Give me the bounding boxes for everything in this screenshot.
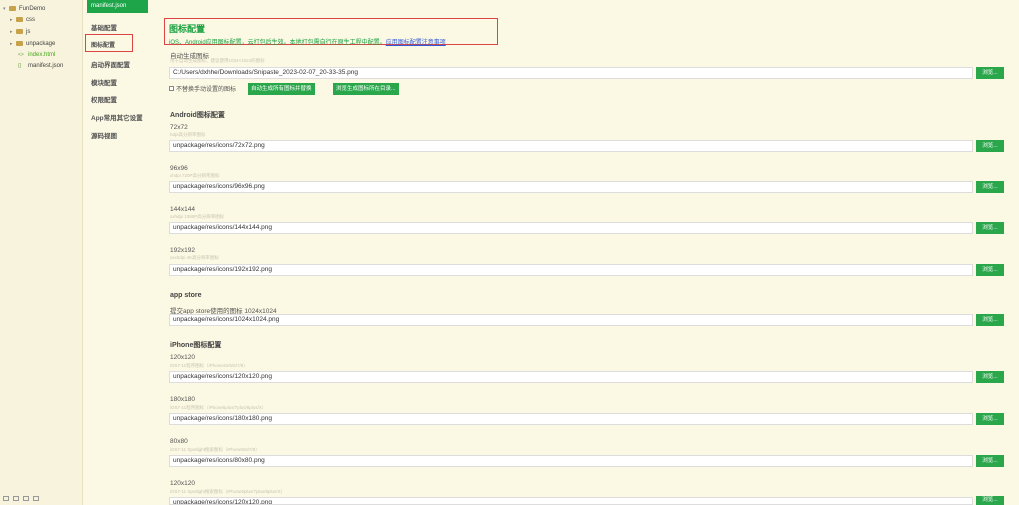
android-96-hint: xhdpi 720P高分辨率图标 bbox=[170, 173, 220, 178]
nav-item-app-other[interactable]: App常用其它设置 bbox=[91, 112, 143, 122]
browse-button-appstore[interactable]: 浏览... bbox=[976, 314, 1004, 326]
help-link[interactable]: 应用图标配置注意事项 bbox=[386, 40, 446, 46]
browse-button-auto[interactable]: 浏览... bbox=[976, 67, 1004, 79]
new-folder-icon[interactable] bbox=[3, 496, 9, 501]
html-file-icon: <> bbox=[18, 52, 24, 58]
iphone-120-path-input[interactable]: unpackage/res/icons/120x120.png bbox=[169, 371, 973, 383]
android-144-label: 144x144 bbox=[170, 206, 195, 213]
copy-icon[interactable] bbox=[23, 496, 29, 501]
iphone-spotlight-120-hint: iOS7-11 Spotlight搜索图标（iPhone6plus/7plus/… bbox=[170, 489, 285, 494]
auto-generate-path-input[interactable]: C:/Users/dxhhe/Downloads/Snipaste_2023-0… bbox=[169, 67, 973, 79]
android-96-path-input[interactable]: unpackage/res/icons/96x96.png bbox=[169, 181, 973, 193]
nav-item-modules[interactable]: 模块配置 bbox=[91, 77, 117, 87]
iphone-180-path-input[interactable]: unpackage/res/icons/180x180.png bbox=[169, 413, 973, 425]
nav-item-basic[interactable]: 基础配置 bbox=[91, 22, 117, 32]
auto-generate-hint: 用于自动生成图标，建议使用1024×1024的图标 bbox=[170, 58, 265, 63]
android-72-path-input[interactable]: unpackage/res/icons/72x72.png bbox=[169, 140, 973, 152]
tree-toolbar bbox=[3, 496, 43, 504]
android-144-path-input[interactable]: unpackage/res/icons/144x144.png bbox=[169, 222, 973, 234]
tab-manifest-json[interactable]: manifest.json bbox=[87, 0, 148, 13]
android-72-label: 72x72 bbox=[170, 124, 188, 131]
browse-button-android-192[interactable]: 浏览... bbox=[976, 264, 1004, 276]
iphone-section-title: iPhone图标配置 bbox=[170, 342, 222, 349]
new-file-icon[interactable] bbox=[13, 496, 19, 501]
iphone-80-label: 80x80 bbox=[170, 438, 188, 445]
appstore-section-title: app store bbox=[170, 292, 202, 299]
browse-button-iphone-80[interactable]: 浏览... bbox=[976, 455, 1004, 467]
refresh-icon[interactable] bbox=[33, 496, 39, 501]
no-replace-checkbox[interactable] bbox=[169, 86, 174, 91]
iphone-120-label: 120x120 bbox=[170, 354, 195, 361]
browse-button-android-72[interactable]: 浏览... bbox=[976, 140, 1004, 152]
tree-item-index-html[interactable]: <> index.html bbox=[18, 50, 55, 60]
iphone-spotlight-120-path-input[interactable]: unpackage/res/icons/120x120.png bbox=[169, 497, 973, 505]
tree-item-css[interactable]: ▸ css bbox=[10, 15, 35, 25]
tree-item-manifest-json[interactable]: {} manifest.json bbox=[18, 61, 63, 71]
browse-button-android-144[interactable]: 浏览... bbox=[976, 222, 1004, 234]
page-title: 图标配置 bbox=[169, 24, 206, 34]
tree-item-js[interactable]: ▸ js bbox=[10, 27, 30, 37]
nav-item-icons[interactable]: 图标配置 bbox=[91, 40, 115, 49]
appstore-path-input[interactable]: unpackage/res/icons/1024x1024.png bbox=[169, 314, 973, 326]
folder-icon bbox=[16, 41, 23, 46]
tree-item-project[interactable]: ▾ FunDemo bbox=[3, 4, 45, 14]
android-192-path-input[interactable]: unpackage/res/icons/192x192.png bbox=[169, 264, 973, 276]
header-description: iOS、Android应用图标配置，云打包后生效。本地打包需自行在原生工程中配置… bbox=[169, 40, 386, 46]
no-replace-checkbox-row[interactable]: 不替换手动设置的图标 bbox=[169, 84, 236, 95]
android-section-title: Android图标配置 bbox=[170, 112, 225, 119]
nav-item-source[interactable]: 源码视图 bbox=[91, 130, 117, 140]
tree-item-unpackage[interactable]: ▸ unpackage bbox=[10, 39, 55, 49]
iphone-80-path-input[interactable]: unpackage/res/icons/80x80.png bbox=[169, 455, 973, 467]
browse-button-iphone-180[interactable]: 浏览... bbox=[976, 413, 1004, 425]
browse-button-iphone-120[interactable]: 浏览... bbox=[976, 371, 1004, 383]
nav-item-permissions[interactable]: 权限配置 bbox=[91, 94, 117, 104]
android-72-hint: hdpi高分辨率图标 bbox=[170, 132, 206, 137]
browse-output-dir-button[interactable]: 浏览生成图标所在目录... bbox=[333, 83, 399, 95]
iphone-120-hint: iOS7-11程序图标（iPhone4S/5/6/7/8） bbox=[170, 363, 248, 368]
file-tree: ▾ FunDemo ▸ css ▸ js ▸ unpackage <> index.htm… bbox=[0, 0, 83, 505]
project-icon bbox=[9, 6, 16, 11]
json-file-icon: {} bbox=[18, 63, 22, 69]
iphone-spotlight-120-label: 120x120 bbox=[170, 480, 195, 487]
android-96-label: 96x96 bbox=[170, 165, 188, 172]
iphone-80-hint: iOS7-11 Spotlight搜索图标（iPhone5/6/7/8） bbox=[170, 447, 260, 452]
iphone-180-label: 180x180 bbox=[170, 396, 195, 403]
android-192-label: 192x192 bbox=[170, 247, 195, 254]
icon-config-header: 图标配置 iOS、Android应用图标配置，云打包后生效。本地打包需自行在原生… bbox=[164, 18, 498, 46]
folder-icon bbox=[16, 17, 23, 22]
iphone-180-hint: iOS7-11程序图标（iPhone6plus/7plus/8plus/X） bbox=[170, 405, 267, 410]
android-144-hint: xxhdpi 1080P高分辨率图标 bbox=[170, 214, 225, 219]
nav-item-splash[interactable]: 启动界面配置 bbox=[91, 59, 130, 69]
browse-button-iphone-spotlight-120[interactable]: 浏览... bbox=[976, 496, 1004, 505]
android-192-hint: xxxhdpi 4K高分辨率图标 bbox=[170, 255, 220, 260]
generate-all-icons-button[interactable]: 自动生成所有图标并替换 bbox=[248, 83, 315, 95]
browse-button-android-96[interactable]: 浏览... bbox=[976, 181, 1004, 193]
folder-icon bbox=[16, 29, 23, 34]
